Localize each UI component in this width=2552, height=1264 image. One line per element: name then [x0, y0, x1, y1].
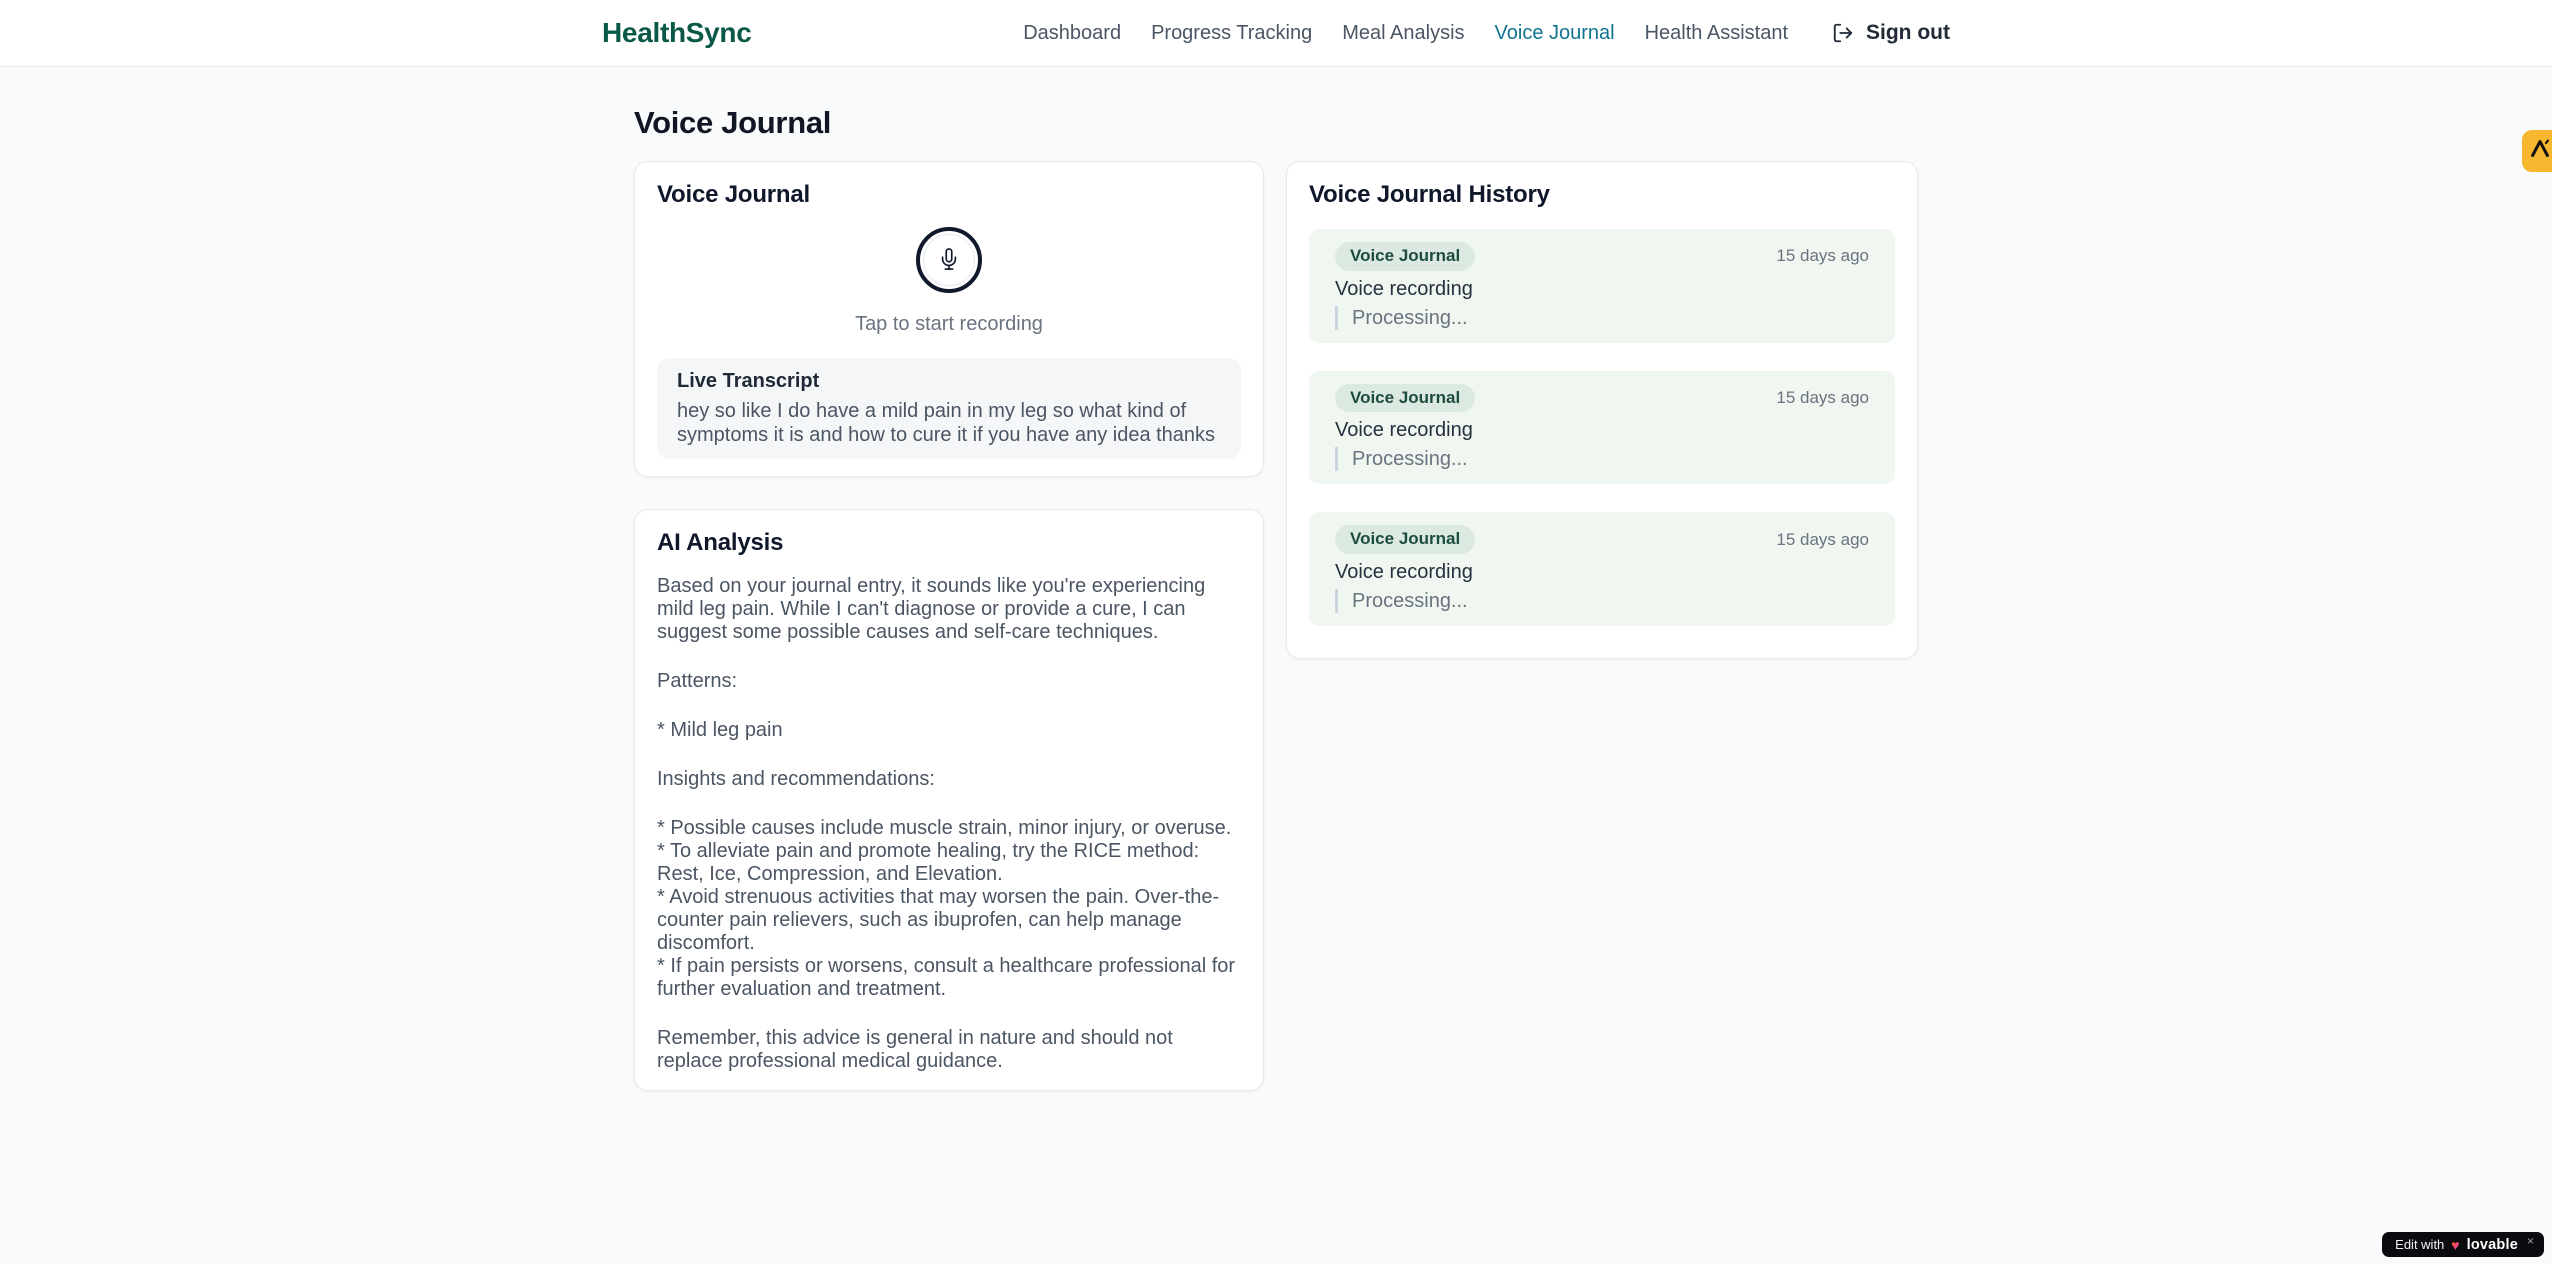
ai-analysis-card: AI Analysis Based on your journal entry,… — [634, 509, 1264, 1091]
nav-item-dashboard[interactable]: Dashboard — [1023, 22, 1121, 45]
close-icon[interactable]: × — [2527, 1234, 2534, 1248]
ai-analysis-body: Based on your journal entry, it sounds l… — [657, 575, 1241, 1073]
nav-item-health-assistant[interactable]: Health Assistant — [1645, 22, 1788, 45]
sign-out-button[interactable]: Sign out — [1832, 21, 1950, 45]
lovable-brand-label: lovable — [2466, 1236, 2518, 1253]
history-entry-header: Voice Journal 15 days ago — [1335, 525, 1869, 555]
analysis-paragraph: Remember, this advice is general in natu… — [657, 1027, 1173, 1072]
record-button[interactable] — [916, 227, 982, 293]
analysis-paragraph: Based on your journal entry, it sounds l… — [657, 575, 1206, 643]
brand-logo[interactable]: HealthSync — [602, 17, 752, 49]
analysis-paragraph: * Possible causes include muscle strain,… — [657, 817, 1236, 1000]
history-entry[interactable]: Voice Journal 15 days ago Voice recordin… — [1309, 370, 1895, 485]
analysis-paragraph: Insights and recommendations: — [657, 768, 935, 790]
entry-processing-status: Processing... — [1335, 589, 1869, 614]
entry-label: Voice recording — [1335, 419, 1473, 442]
tap-to-record-hint: Tap to start recording — [855, 313, 1043, 335]
entry-label: Voice recording — [1335, 277, 1473, 300]
live-transcript-text: hey so like I do have a mild pain in my … — [677, 400, 1216, 446]
entry-type-badge: Voice Journal — [1335, 383, 1476, 413]
nav-item-voice-journal[interactable]: Voice Journal — [1495, 22, 1615, 45]
edit-with-lovable-badge[interactable]: Edit with ♥ lovable × — [2382, 1232, 2544, 1257]
right-column: Voice Journal History Voice Journal 15 d… — [1286, 161, 1918, 659]
nav-item-meal-analysis[interactable]: Meal Analysis — [1342, 22, 1464, 45]
live-transcript-title: Live Transcript — [677, 370, 820, 392]
lambda-logo-icon — [2527, 136, 2552, 167]
history-list: Voice Journal 15 days ago Voice recordin… — [1309, 229, 1895, 627]
voice-recorder-card: Voice Journal Tap to start recording Liv… — [634, 161, 1264, 477]
main-content: Voice Journal Voice Journal Tap to start… — [634, 67, 1918, 1091]
entry-timestamp: 15 days ago — [1776, 529, 1869, 549]
page-title: Voice Journal — [634, 105, 832, 140]
history-entry[interactable]: Voice Journal 15 days ago Voice recordin… — [1309, 229, 1895, 343]
analysis-paragraph: * Mild leg pain — [657, 719, 783, 741]
entry-label: Voice recording — [1335, 561, 1473, 584]
history-card-title: Voice Journal History — [1309, 181, 1550, 208]
history-entry-header: Voice Journal 15 days ago — [1335, 383, 1869, 413]
mic-area: Tap to start recording — [657, 227, 1241, 336]
lovable-heart-icon: ♥ — [2451, 1236, 2460, 1253]
entry-timestamp: 15 days ago — [1776, 388, 1869, 408]
content-grid: Voice Journal Tap to start recording Liv… — [634, 161, 1918, 1091]
header: HealthSync Dashboard Progress Tracking M… — [0, 0, 2552, 67]
log-out-icon — [1832, 22, 1854, 44]
entry-processing-status: Processing... — [1335, 305, 1869, 330]
left-column: Voice Journal Tap to start recording Liv… — [634, 161, 1264, 1091]
live-transcript-box: Live Transcript hey so like I do have a … — [657, 358, 1241, 459]
history-entry-header: Voice Journal 15 days ago — [1335, 242, 1869, 271]
history-entry[interactable]: Voice Journal 15 days ago Voice recordin… — [1309, 512, 1895, 627]
nav-item-progress-tracking[interactable]: Progress Tracking — [1151, 22, 1312, 45]
recorder-card-title: Voice Journal — [657, 181, 811, 208]
edit-with-label: Edit with — [2395, 1237, 2445, 1252]
header-inner: HealthSync Dashboard Progress Tracking M… — [602, 0, 1950, 66]
side-launcher-tab[interactable] — [2522, 130, 2552, 172]
entry-timestamp: 15 days ago — [1776, 246, 1869, 266]
microphone-icon — [938, 247, 960, 273]
entry-processing-status: Processing... — [1335, 447, 1869, 472]
entry-type-badge: Voice Journal — [1335, 242, 1476, 271]
sign-out-label: Sign out — [1866, 21, 1950, 44]
analysis-paragraph: Patterns: — [657, 670, 738, 692]
ai-analysis-title: AI Analysis — [657, 529, 784, 556]
entry-type-badge: Voice Journal — [1335, 525, 1476, 555]
voice-journal-history-card: Voice Journal History Voice Journal 15 d… — [1286, 161, 1918, 659]
main-nav: Dashboard Progress Tracking Meal Analysi… — [1023, 21, 1950, 45]
